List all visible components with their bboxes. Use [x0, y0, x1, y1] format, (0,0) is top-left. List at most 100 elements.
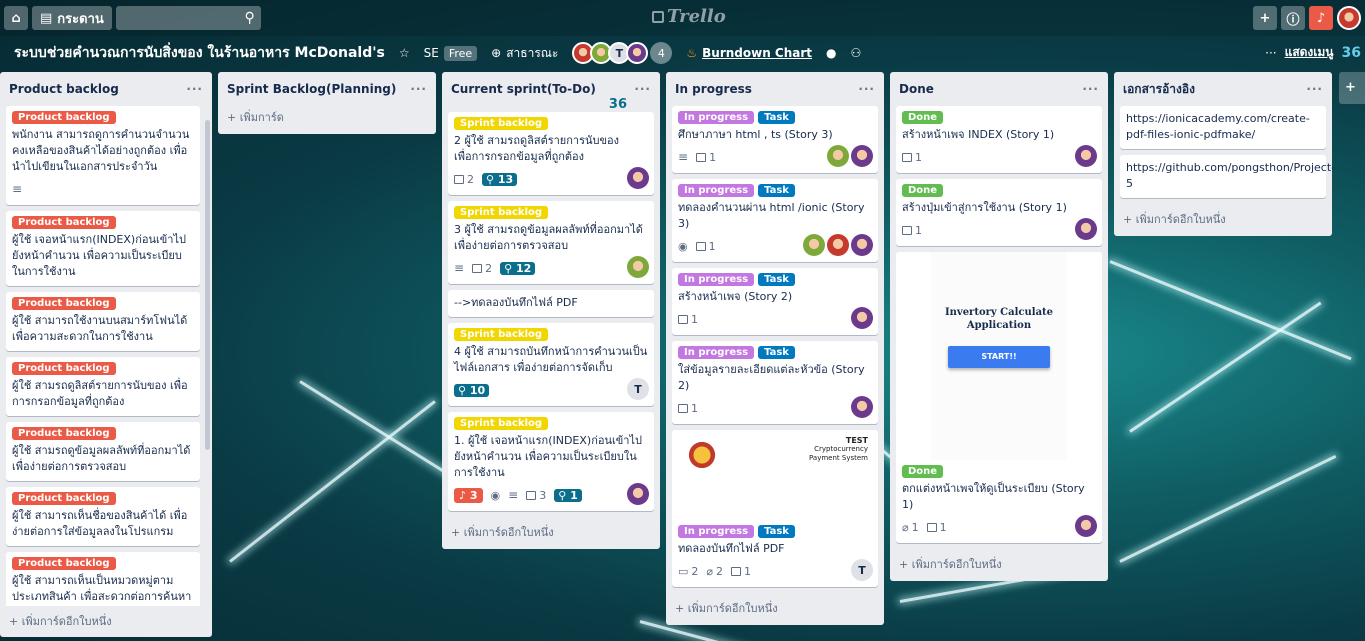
- star-button[interactable]: ☆: [399, 46, 410, 60]
- card[interactable]: Done สร้างปุ่มเข้าสู่การใช้งาน (Story 1)…: [896, 179, 1102, 246]
- description-icon: ≡: [508, 488, 519, 502]
- card[interactable]: In progress Task ทดลองคำนวนผ่าน html /io…: [672, 179, 878, 262]
- info-button[interactable]: ⓘ: [1281, 6, 1305, 30]
- plus-icon: +: [1259, 10, 1271, 26]
- attachments-badge: ⌀ 1: [902, 520, 919, 534]
- checklist-badge: 1: [696, 151, 716, 164]
- more-icon[interactable]: ···: [1265, 46, 1276, 60]
- list-title[interactable]: Product backlog: [9, 82, 119, 96]
- card[interactable]: Product backlog ผู้ใช้ สามรถดูลิสต์รายกา…: [6, 357, 200, 416]
- invite-button[interactable]: ⚇: [851, 46, 862, 60]
- card-label: Product backlog: [12, 111, 116, 124]
- card[interactable]: Product backlog ผู้ใช้ สามรถดูข้อมูลผลลั…: [6, 422, 200, 481]
- bell-icon: ♪: [1316, 10, 1326, 26]
- member-avatar[interactable]: [851, 234, 873, 256]
- board-title[interactable]: ระบบช่วยคำนวณการนับสิ่งของ ในร้านอาหาร M…: [14, 42, 385, 64]
- list-title[interactable]: Done: [899, 82, 934, 96]
- list-sprint-backlog: Sprint Backlog(Planning) ··· + เพิ่มการ์…: [218, 72, 436, 134]
- checklist-badge: 1: [926, 521, 947, 534]
- list-menu-icon[interactable]: ···: [1082, 82, 1099, 96]
- card[interactable]: Product backlog ผู้ใช้ สามารถเห็นเป็นหมว…: [6, 552, 200, 606]
- member-avatar[interactable]: [827, 234, 849, 256]
- notifications-button[interactable]: ♪: [1309, 6, 1333, 30]
- list-scrollbar[interactable]: [205, 120, 210, 450]
- card[interactable]: https://github.com/pongsthon/Project-5: [1120, 155, 1336, 198]
- burndown-button[interactable]: ♨ Burndown Chart: [686, 46, 812, 60]
- boards-button[interactable]: ▤ กระดาน: [32, 6, 112, 30]
- add-card-button[interactable]: + เพิ่มการ์ด: [224, 106, 430, 134]
- member-avatar[interactable]: [1075, 515, 1097, 537]
- create-button[interactable]: +: [1253, 6, 1277, 30]
- trello-logo-icon: [652, 10, 664, 23]
- member-avatar[interactable]: [627, 483, 649, 505]
- member-count[interactable]: 4: [650, 42, 673, 64]
- team-button[interactable]: SE Free: [424, 45, 478, 61]
- card[interactable]: -->ทดลองบันทึกไฟล์ PDF: [448, 290, 654, 317]
- add-card-button[interactable]: + เพิ่มการ์ดอีกใบหนึ่ง: [672, 593, 878, 625]
- add-card-label: เพิ่มการ์ดอีกใบหนึ่ง: [1135, 213, 1226, 226]
- list-title[interactable]: Current sprint(To-Do): [451, 82, 596, 96]
- card-title: https://github.com/pongsthon/Project-5: [1126, 161, 1336, 190]
- card-title: ใส่ข้อมูลรายละเอียดแต่ละหัวข้อ (Story 2): [678, 363, 865, 392]
- powerup-button[interactable]: ●: [826, 46, 836, 60]
- member-avatar[interactable]: [626, 42, 649, 64]
- card[interactable]: https://ionicacademy.com/create-pdf-file…: [1120, 106, 1326, 149]
- home-button[interactable]: ⌂: [4, 6, 28, 30]
- checklist-badge: 1: [678, 313, 698, 326]
- card[interactable]: In progress Task ใส่ข้อมูลรายละเอียดแต่ล…: [672, 341, 878, 424]
- list-menu-icon[interactable]: ···: [858, 82, 875, 96]
- member-avatar[interactable]: [851, 396, 873, 418]
- card[interactable]: In progress Task สร้างหน้าเพจ (Story 2) …: [672, 268, 878, 335]
- list-title[interactable]: Sprint Backlog(Planning): [227, 82, 396, 96]
- visibility-button[interactable]: ⊕ สาธารณะ: [491, 44, 558, 63]
- member-avatar[interactable]: [851, 307, 873, 329]
- card[interactable]: Product backlog ผู้ใช้ เจอหน้าแรก(INDEX)…: [6, 211, 200, 286]
- card[interactable]: Product backlog พนักงาน สามารถดูการคำนวน…: [6, 106, 200, 205]
- list-menu-icon[interactable]: ···: [1306, 82, 1323, 96]
- card[interactable]: Sprint backlog 1. ผู้ใช้ เจอหน้าแรก(INDE…: [448, 412, 654, 511]
- list-title[interactable]: เอกสารอ้างอิง: [1123, 80, 1195, 99]
- card[interactable]: Done สร้างหน้าเพจ INDEX (Story 1) 1: [896, 106, 1102, 173]
- user-avatar[interactable]: [1337, 6, 1361, 30]
- card[interactable]: Sprint backlog 4 ผู้ใช้ สามารถบันทึกหน้า…: [448, 323, 654, 406]
- paperclip-icon: ⌀: [706, 564, 714, 578]
- card[interactable]: TEST Cryptocurrency Payment System In pr…: [672, 430, 878, 587]
- member-avatar[interactable]: T: [851, 559, 873, 581]
- list-title[interactable]: In progress: [675, 82, 752, 96]
- card[interactable]: Product backlog ผู้ใช้ สามารถใช้งานบนสมา…: [6, 292, 200, 351]
- show-menu-button[interactable]: แสดงเมนู: [1285, 43, 1334, 62]
- card-label: Product backlog: [12, 297, 116, 310]
- attachments-badge: ⌀ 2: [706, 564, 724, 578]
- card[interactable]: Sprint backlog 2 ผู้ใช้ สามรถดูลิสต์รายก…: [448, 112, 654, 195]
- add-list-button[interactable]: +: [1339, 72, 1365, 104]
- add-card-button[interactable]: + เพิ่มการ์ดอีกใบหนึ่ง: [896, 549, 1102, 581]
- member-avatar[interactable]: [1075, 145, 1097, 167]
- card-label: In progress: [678, 111, 755, 124]
- member-avatar[interactable]: [827, 145, 849, 167]
- member-avatar[interactable]: [851, 145, 873, 167]
- list-menu-icon[interactable]: ···: [186, 82, 203, 96]
- list-points: 36: [608, 97, 627, 112]
- card-label: Product backlog: [12, 216, 116, 229]
- member-avatar[interactable]: [1075, 218, 1097, 240]
- member-avatar[interactable]: T: [627, 378, 649, 400]
- add-card-label: เพิ่มการ์ดอีกใบหนึ่ง: [687, 602, 778, 615]
- add-card-label: เพิ่มการ์ด: [239, 111, 284, 124]
- add-card-button[interactable]: + เพิ่มการ์ดอีกใบหนึ่ง: [6, 606, 206, 638]
- member-avatar[interactable]: [627, 167, 649, 189]
- card[interactable]: Sprint backlog 3 ผู้ใช้ สามรถดูข้อมูลผลล…: [448, 201, 654, 284]
- list-references: เอกสารอ้างอิง ··· https://ionicacademy.c…: [1114, 72, 1336, 236]
- card[interactable]: Invertory Calculate Application START!! …: [896, 252, 1102, 543]
- add-card-button[interactable]: + เพิ่มการ์ดอีกใบหนึ่ง: [1120, 204, 1326, 236]
- list-menu-icon[interactable]: ···: [634, 82, 651, 96]
- card-label: Product backlog: [12, 427, 116, 440]
- member-avatar[interactable]: [627, 256, 649, 278]
- add-card-button[interactable]: + เพิ่มการ์ดอีกใบหนึ่ง: [448, 517, 654, 549]
- list-menu-icon[interactable]: ···: [410, 82, 427, 96]
- trello-logo[interactable]: Trello: [652, 6, 726, 27]
- card[interactable]: In progress Task ศึกษาภาษา html , ts (St…: [672, 106, 878, 173]
- boards-icon: ▤: [40, 10, 53, 26]
- card[interactable]: Product backlog ผู้ใช้ สามารถเห็นชื่อของ…: [6, 487, 200, 546]
- search-input[interactable]: ⚲: [115, 6, 261, 30]
- member-avatar[interactable]: [803, 234, 825, 256]
